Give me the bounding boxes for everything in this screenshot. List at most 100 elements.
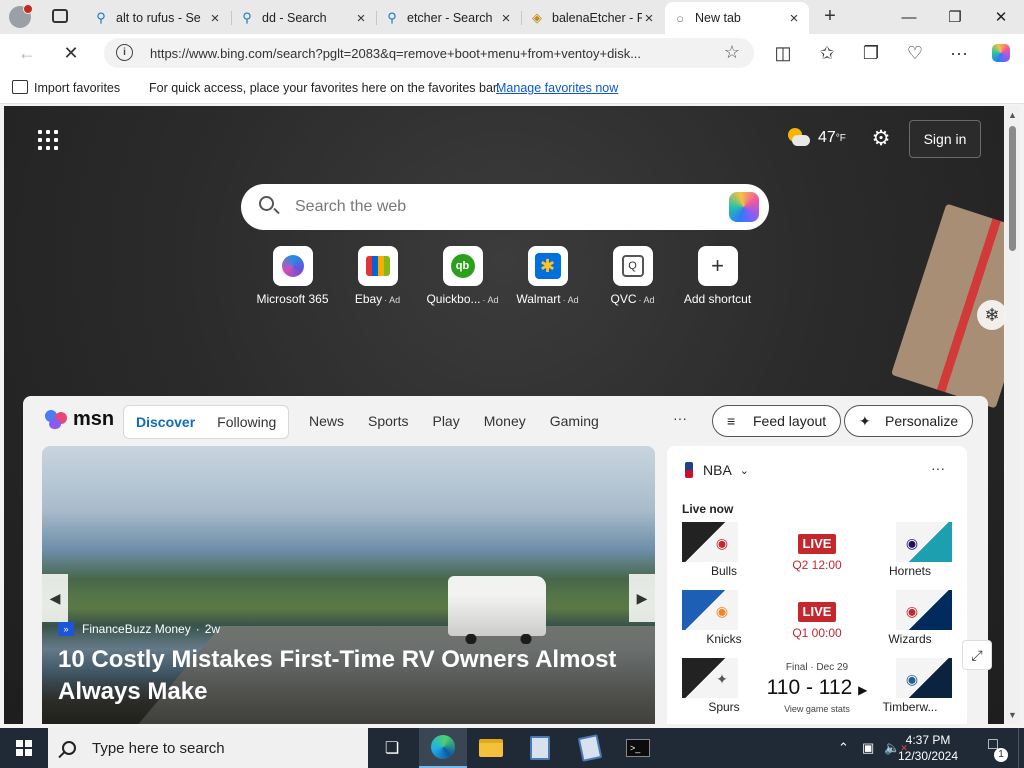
add-shortcut-button[interactable]: + Add shortcut [675,246,760,306]
tab-alt-to-rufus[interactable]: ⚲ alt to rufus - Se × [86,4,230,32]
home-team: Spurs [708,700,740,714]
site-info-icon[interactable]: i [116,44,133,61]
search-input[interactable] [295,194,715,220]
hero-article[interactable]: ◀ ▶ » FinanceBuzz Money · 2w 10 Costly M… [42,446,655,724]
tab-dd-search[interactable]: ⚲ dd - Search × [232,4,376,32]
spurs-logo-icon: ✦ [716,671,728,687]
tab-discover[interactable]: Discover [136,414,195,430]
shortcut-microsoft-365[interactable]: Microsoft 365 [250,246,335,306]
weather-widget[interactable]: 47 °F [786,126,846,150]
windows-icon [16,740,32,756]
start-button[interactable] [0,728,48,768]
close-window-button[interactable]: ✕ [978,0,1024,34]
taskbar-clock[interactable]: 4:37 PM 12/30/2024 [886,732,970,764]
taskbar-edge[interactable] [419,728,467,768]
shortcut-walmart[interactable]: ✱ Walmart · Ad [505,246,590,306]
tab-label: balenaEtcher - F [552,11,642,25]
notification-center-icon[interactable]: □ 1 [980,736,1008,762]
web-search-box[interactable] [241,184,769,230]
copilot-icon[interactable] [990,42,1012,64]
snowflake-icon[interactable]: ❄ [977,300,1004,330]
show-desktop-button[interactable] [1018,728,1024,768]
nav-play[interactable]: Play [432,413,459,429]
close-tab-icon[interactable]: × [208,10,222,27]
page-scrollbar[interactable]: ▲ ▼ [1005,106,1020,724]
carousel-next-button[interactable]: ▶ [629,574,655,622]
browser-essentials-icon[interactable]: ♡ [904,42,926,64]
live-badge: LIVE [798,534,836,554]
shortcut-label: Microsoft 365 [256,292,329,306]
article-headline[interactable]: 10 Costly Mistakes First-Time RV Owners … [58,644,618,708]
favorite-star-icon[interactable]: ☆ [724,42,740,63]
shortcut-label: Add shortcut [683,292,752,306]
tab-actions-icon[interactable] [52,9,68,23]
minimize-button[interactable]: — [886,0,932,34]
home-team: Knicks [706,632,742,646]
chevron-down-icon: ⌄ [739,464,750,477]
scroll-up-icon[interactable]: ▲ [1008,110,1017,120]
close-tab-icon[interactable]: × [642,10,656,27]
back-icon[interactable]: ← [16,42,38,64]
shortcut-ebay[interactable]: Ebay · Ad [335,246,420,306]
taskbar-file-explorer[interactable] [467,728,515,768]
expand-icon[interactable]: ⤢ [962,640,992,670]
nba-more-icon[interactable]: ··· [931,460,945,476]
carousel-prev-button[interactable]: ◀ [42,574,68,622]
edge-icon [431,735,455,759]
game-spurs-timberwolves[interactable]: ✦ ◉ Final · Dec 29 110 - 112 ▶ View game… [682,658,952,716]
import-icon[interactable] [12,80,28,94]
nav-sports[interactable]: Sports [368,413,408,429]
shortcut-quickbooks[interactable]: qb Quickbo... · Ad [420,246,505,306]
tab-following[interactable]: Following [217,414,276,430]
scrollbar-thumb[interactable] [1009,126,1016,251]
msn-more-icon[interactable]: ··· [673,410,687,426]
tab-etcher-search[interactable]: ⚲ etcher - Search × [377,4,521,32]
apps-grid-icon[interactable] [38,130,58,150]
show-hidden-icons[interactable]: ⌃ [838,728,849,768]
taskbar-app-document[interactable] [516,728,564,768]
copilot-icon[interactable] [729,192,759,222]
new-tab-button[interactable]: + [820,6,840,26]
more-options-icon[interactable]: ··· [948,42,970,64]
close-tab-icon[interactable]: × [787,10,801,27]
taskbar-terminal[interactable]: >_ [614,728,662,768]
collections-icon[interactable]: ❐ [860,42,882,64]
game-bulls-hornets[interactable]: ◉ ◉ LIVE Q2 12:00 Bulls Hornets [682,522,952,580]
taskbar-search[interactable]: Type here to search [48,728,368,768]
taskbar-app-notes[interactable] [566,728,614,768]
close-tab-icon[interactable]: × [354,10,368,27]
import-favorites-button[interactable]: Import favorites [34,81,120,95]
network-icon[interactable]: ▣ [862,728,874,768]
split-screen-icon[interactable]: ◫ [772,42,794,64]
tab-balena-etcher[interactable]: ◈ balenaEtcher - F × [522,4,664,32]
page-settings-icon[interactable]: ⚙ [870,128,892,150]
nav-gaming[interactable]: Gaming [550,413,599,429]
shortcut-qvc[interactable]: Q QVC · Ad [590,246,675,306]
manage-favorites-link[interactable]: Manage favorites now [496,81,618,95]
nav-news[interactable]: News [309,413,344,429]
feed-layout-button[interactable]: ≡ Feed layout [712,405,842,437]
plus-icon: + [711,253,724,278]
close-tab-icon[interactable]: × [499,10,513,27]
msn-logo[interactable]: msn [45,408,114,431]
nav-money[interactable]: Money [484,413,526,429]
favorites-icon[interactable]: ✩ [816,42,838,64]
task-view-button[interactable]: ❏ [368,728,416,768]
tab-new-tab[interactable]: ○ New tab × [665,2,809,34]
folder-icon [479,739,503,757]
clock-time: 4:37 PM [905,733,951,747]
address-url[interactable]: https://www.bing.com/search?pglt=2083&q=… [150,46,710,61]
personalize-button[interactable]: ✦ Personalize [844,405,974,437]
bulls-logo-icon: ◉ [715,535,729,551]
nba-dropdown[interactable]: NBA ⌄ [685,462,749,478]
address-bar[interactable]: i https://www.bing.com/search?pglt=2083&… [104,38,754,68]
stop-loading-icon[interactable]: ✕ [60,42,82,64]
profile-avatar[interactable] [9,4,33,28]
task-view-icon: ❏ [384,740,400,757]
scroll-down-icon[interactable]: ▼ [1008,710,1017,720]
restore-button[interactable]: ❐ [932,0,978,34]
score-text: 110 - 112 [766,676,853,699]
sign-in-button[interactable]: Sign in [909,120,981,158]
view-game-stats-link[interactable]: View game stats [760,704,874,714]
game-knicks-wizards[interactable]: ◉ ◉ LIVE Q1 00:00 Knicks Wizards [682,590,952,648]
